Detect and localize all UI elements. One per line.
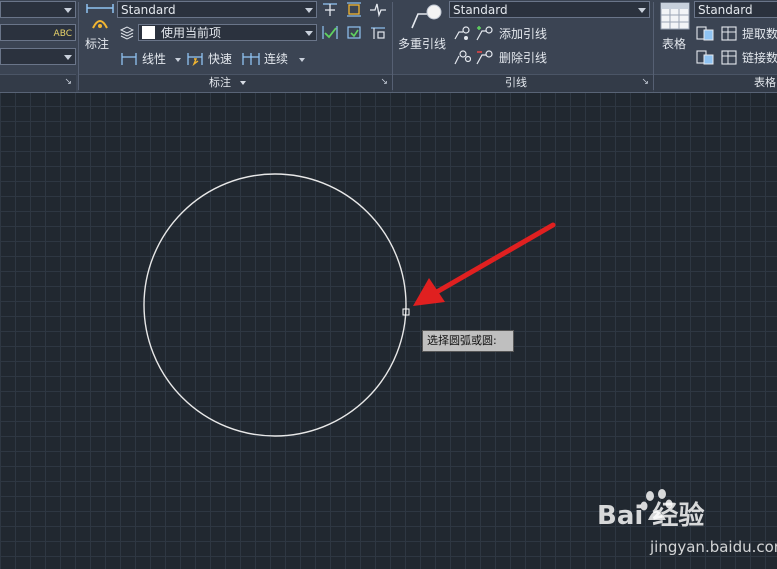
watermark-brand: Bai 经验 xyxy=(597,501,705,531)
watermark-url: jingyan.baidu.com xyxy=(650,538,777,556)
drawn-circle[interactable] xyxy=(143,173,407,437)
annotation-arrow-shaft xyxy=(432,222,556,296)
tooltip-text: 选择圆弧或圆: xyxy=(427,334,497,347)
canvas-overlay xyxy=(143,173,556,437)
command-prompt-tooltip: 选择圆弧或圆: xyxy=(422,330,514,352)
